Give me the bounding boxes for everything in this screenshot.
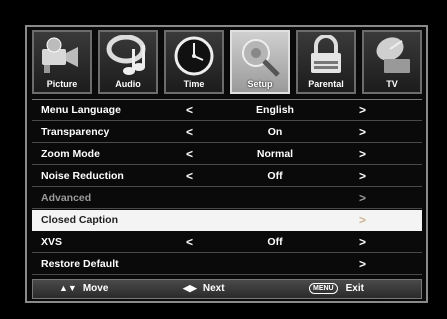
- right-arrow-icon: >: [359, 191, 367, 205]
- clock-icon: [174, 36, 214, 76]
- menu-row-zoom-mode[interactable]: Zoom Mode < Normal >: [32, 144, 422, 165]
- right-arrow-icon[interactable]: >: [359, 169, 366, 183]
- menu-row-restore-default[interactable]: Restore Default >: [32, 254, 422, 275]
- next-label: Next: [202, 283, 225, 294]
- tab-time[interactable]: Time: [164, 30, 224, 94]
- exit-label: Exit: [345, 283, 364, 294]
- tab-parental[interactable]: Parental: [296, 30, 356, 94]
- row-value: On: [267, 126, 283, 138]
- tab-label: Setup: [247, 79, 273, 89]
- right-arrow-icon[interactable]: >: [359, 213, 366, 227]
- exit-hint: MENU Exit: [309, 283, 364, 294]
- satellite-dish-icon: [376, 37, 410, 73]
- tab-tv[interactable]: TV: [362, 30, 422, 94]
- right-arrow-icon[interactable]: >: [359, 147, 366, 161]
- menu-row-menu-language[interactable]: Menu Language < English >: [32, 100, 422, 121]
- left-arrow-icon[interactable]: <: [186, 103, 193, 117]
- row-label: Restore Default: [41, 258, 119, 270]
- row-label: XVS: [41, 236, 63, 248]
- tab-label: Time: [183, 79, 205, 89]
- next-hint: ◀▶ Next: [183, 283, 225, 294]
- tab-bar: Picture Audio Time Setup Parental TV: [32, 30, 422, 97]
- tab-label: Picture: [46, 79, 78, 89]
- setup-menu-panel: Picture Audio Time Setup Parental TV Men…: [25, 25, 428, 303]
- left-arrow-icon[interactable]: <: [186, 125, 193, 139]
- tv-screen: Picture Audio Time Setup Parental TV Men…: [0, 0, 447, 319]
- left-arrow-icon[interactable]: <: [186, 147, 193, 161]
- row-value: Off: [267, 170, 283, 182]
- row-label: Transparency: [41, 126, 110, 138]
- tab-label: TV: [386, 79, 398, 89]
- left-arrow-icon[interactable]: <: [186, 235, 193, 249]
- left-arrow-icon[interactable]: <: [186, 169, 193, 183]
- move-hint: ▲▼ Move: [59, 283, 108, 294]
- row-value: Normal: [256, 148, 294, 160]
- camcorder-icon: [42, 37, 78, 73]
- menu-row-noise-reduction[interactable]: Noise Reduction < Off >: [32, 166, 422, 187]
- move-label: Move: [82, 283, 109, 294]
- menu-key-icon: MENU: [309, 283, 338, 294]
- row-value: English: [256, 104, 294, 116]
- setup-menu-list: Menu Language < English > Transparency <…: [32, 99, 422, 276]
- row-label: Noise Reduction: [41, 170, 124, 182]
- tab-label: Audio: [115, 79, 141, 89]
- menu-row-transparency[interactable]: Transparency < On >: [32, 122, 422, 143]
- menu-row-xvs[interactable]: XVS < Off >: [32, 232, 422, 253]
- row-label: Menu Language: [41, 104, 121, 116]
- left-right-arrows-icon: ◀▶: [183, 283, 197, 293]
- right-arrow-icon[interactable]: >: [359, 103, 366, 117]
- footer-hint-bar: ▲▼ Move ◀▶ Next MENU Exit: [32, 279, 422, 299]
- row-label: Closed Caption: [41, 214, 119, 226]
- tab-audio[interactable]: Audio: [98, 30, 158, 94]
- menu-row-closed-caption[interactable]: Closed Caption >: [32, 210, 422, 231]
- tab-setup[interactable]: Setup: [230, 30, 290, 94]
- tab-label: Parental: [308, 79, 344, 89]
- up-down-arrows-icon: ▲▼: [59, 283, 77, 293]
- right-arrow-icon[interactable]: >: [359, 257, 366, 271]
- tab-picture[interactable]: Picture: [32, 30, 92, 94]
- right-arrow-icon[interactable]: >: [359, 235, 366, 249]
- music-note-icon: [106, 35, 146, 75]
- menu-row-advanced: Advanced >: [32, 188, 422, 209]
- wrench-gear-icon: [242, 39, 280, 77]
- row-value: Off: [267, 236, 283, 248]
- row-label: Zoom Mode: [41, 148, 100, 160]
- right-arrow-icon[interactable]: >: [359, 125, 366, 139]
- padlock-icon: [311, 35, 341, 73]
- row-label: Advanced: [41, 192, 92, 204]
